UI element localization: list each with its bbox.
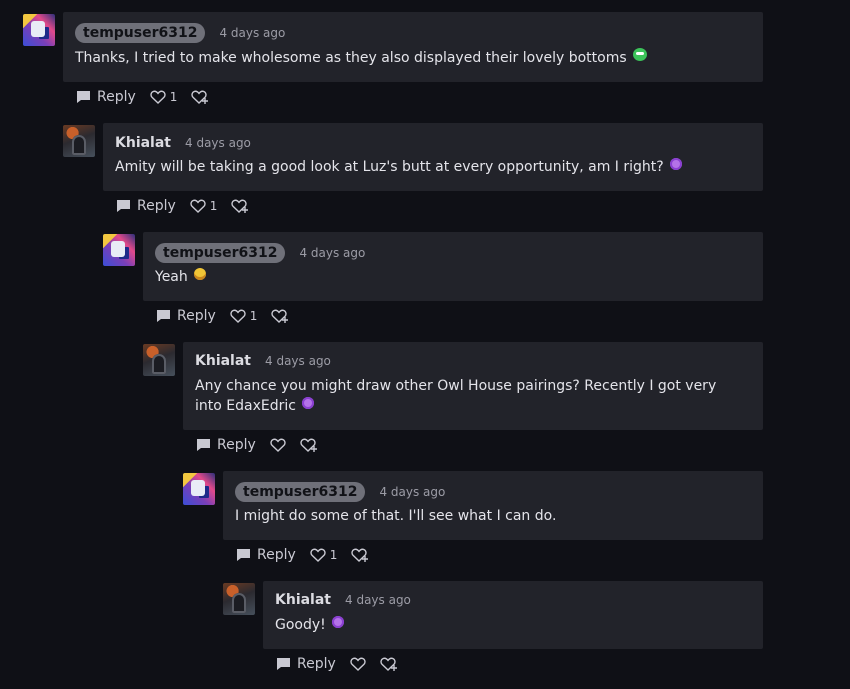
speech-bubble-icon [117, 200, 130, 212]
heart-plus-icon [271, 309, 289, 323]
heart-plus-icon [351, 548, 369, 562]
green-laughing-emoji [632, 48, 647, 61]
heart-icon [310, 548, 326, 562]
comment-body: Khialat 4 days ago Amity will be taking … [103, 123, 763, 191]
favorite-button[interactable] [271, 309, 289, 323]
comment-actions: Reply 1 [156, 306, 303, 326]
comment-text: Yeah [155, 267, 723, 287]
comment-actions: Reply 1 [236, 545, 383, 565]
timestamp: 4 days ago [265, 354, 331, 368]
heart-icon [150, 90, 166, 104]
comment: Khialat 4 days ago Amity will be taking … [63, 123, 763, 223]
speech-bubble-icon [237, 549, 250, 561]
like-button[interactable]: 1 [230, 309, 257, 323]
heart-plus-icon [300, 438, 317, 452]
comment-body: tempuser6312 4 days ago Thanks, I tried … [63, 12, 763, 82]
comment: tempuser6312 4 days ago Thanks, I tried … [23, 12, 763, 112]
comment-text: Goody! [275, 615, 723, 635]
reply-button[interactable]: Reply [236, 547, 296, 563]
comment-header: Khialat 4 days ago [115, 132, 251, 154]
username[interactable]: tempuser6312 [235, 482, 366, 502]
comment-body: tempuser6312 4 days ago I might do some … [223, 471, 763, 540]
heart-plus-icon [191, 90, 209, 104]
reply-button[interactable]: Reply [196, 437, 256, 453]
heart-plus-icon [380, 657, 397, 671]
favorite-button[interactable] [300, 438, 318, 452]
comment-header: tempuser6312 4 days ago [75, 22, 285, 44]
username[interactable]: Khialat [195, 353, 251, 369]
comment: Khialat 4 days ago Any chance you might … [143, 342, 763, 462]
comment-header: Khialat 4 days ago [195, 350, 331, 372]
comment-body: Khialat 4 days ago Goody! [263, 581, 763, 649]
comment-actions: Reply [196, 435, 332, 455]
favorite-button[interactable] [380, 657, 398, 671]
reply-button[interactable]: Reply [116, 198, 176, 214]
reply-button[interactable]: Reply [76, 89, 136, 105]
comment-actions: Reply [276, 654, 412, 674]
comment-body: Khialat 4 days ago Any chance you might … [183, 342, 763, 430]
heart-icon [190, 199, 206, 213]
yellow-grin-emoji [193, 268, 206, 280]
favorite-button[interactable] [351, 548, 369, 562]
comment-text: Amity will be taking a good look at Luz'… [115, 157, 723, 177]
reply-button[interactable]: Reply [276, 656, 336, 672]
like-button[interactable] [270, 438, 286, 452]
heart-icon [350, 657, 366, 671]
comment-header: tempuser6312 4 days ago [235, 481, 445, 503]
timestamp: 4 days ago [185, 136, 251, 150]
comment-header: tempuser6312 4 days ago [155, 242, 365, 264]
comment-text: Any chance you might draw other Owl Hous… [195, 378, 717, 414]
avatar[interactable] [223, 583, 255, 615]
speech-bubble-icon [197, 439, 210, 451]
heart-plus-icon [231, 199, 249, 213]
speech-bubble-icon [277, 658, 290, 670]
avatar[interactable] [103, 234, 135, 266]
comment-actions: Reply 1 [116, 196, 263, 216]
heart-icon [230, 309, 246, 323]
speech-bubble-icon [157, 310, 170, 322]
comment: Khialat 4 days ago Goody! Reply [223, 581, 763, 681]
speech-bubble-icon [77, 91, 90, 103]
heart-icon [270, 438, 286, 452]
favorite-button[interactable] [231, 199, 249, 213]
like-button[interactable]: 1 [150, 90, 177, 104]
avatar[interactable] [23, 14, 55, 46]
purple-smirk-emoji [331, 616, 344, 628]
comment-header: Khialat 4 days ago [275, 589, 411, 611]
like-button[interactable]: 1 [310, 548, 337, 562]
reply-button[interactable]: Reply [156, 308, 216, 324]
timestamp: 4 days ago [219, 26, 286, 40]
timestamp: 4 days ago [299, 246, 366, 260]
username[interactable]: tempuser6312 [75, 23, 206, 43]
username[interactable]: Khialat [275, 592, 331, 608]
timestamp: 4 days ago [379, 485, 446, 499]
timestamp: 4 days ago [345, 593, 411, 607]
purple-smirk-emoji [669, 158, 682, 170]
comment-actions: Reply 1 [76, 87, 223, 107]
comment: tempuser6312 4 days ago I might do some … [183, 471, 763, 571]
comment: tempuser6312 4 days ago Yeah Reply 1 [103, 232, 763, 332]
purple-smirk-emoji [301, 397, 314, 409]
comment-text: I might do some of that. I'll see what I… [235, 508, 557, 524]
username[interactable]: Khialat [115, 135, 171, 151]
comment-body: tempuser6312 4 days ago Yeah [143, 232, 763, 301]
like-button[interactable]: 1 [190, 199, 217, 213]
avatar[interactable] [143, 344, 175, 376]
username[interactable]: tempuser6312 [155, 243, 286, 263]
avatar[interactable] [183, 473, 215, 505]
like-button[interactable] [350, 657, 366, 671]
favorite-button[interactable] [191, 90, 209, 104]
comment-text: Thanks, I tried to make wholesome as the… [75, 48, 723, 68]
avatar[interactable] [63, 125, 95, 157]
